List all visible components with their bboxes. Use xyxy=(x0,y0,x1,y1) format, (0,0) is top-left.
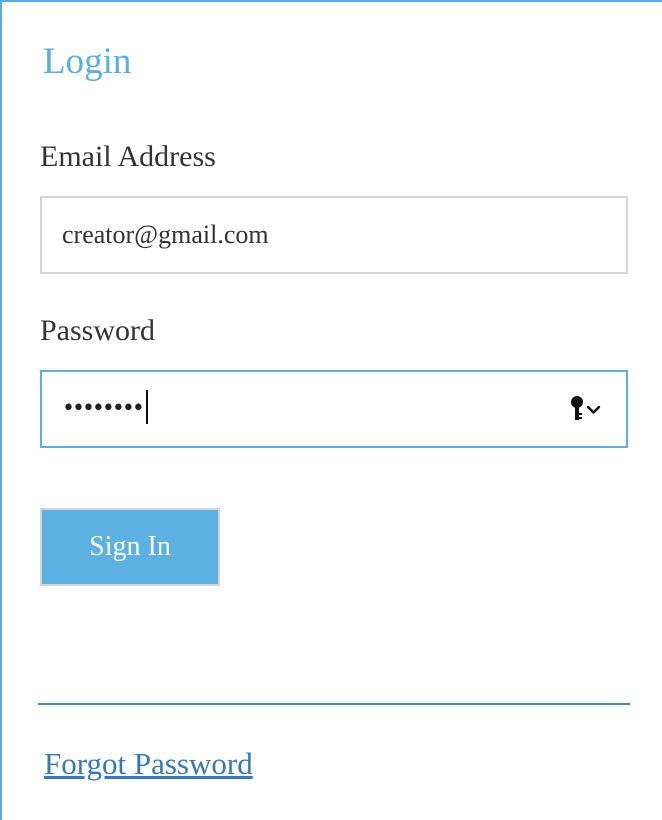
password-dots: •••••••• xyxy=(62,396,145,421)
email-field[interactable]: creator@gmail.com xyxy=(40,196,628,274)
password-masked-value: •••••••• xyxy=(62,390,148,426)
forgot-password-link[interactable]: Forgot Password xyxy=(44,746,253,782)
login-panel: Login Email Address creator@gmail.com Pa… xyxy=(0,0,662,820)
text-caret xyxy=(145,390,148,424)
divider xyxy=(38,703,630,705)
sign-in-button[interactable]: Sign In xyxy=(40,508,220,586)
email-label: Email Address xyxy=(40,140,216,173)
key-dropdown-icon[interactable] xyxy=(568,394,604,424)
password-label: Password xyxy=(40,314,156,347)
page-title: Login xyxy=(43,41,132,82)
password-field[interactable]: •••••••• xyxy=(40,370,628,448)
email-value: creator@gmail.com xyxy=(62,220,269,249)
